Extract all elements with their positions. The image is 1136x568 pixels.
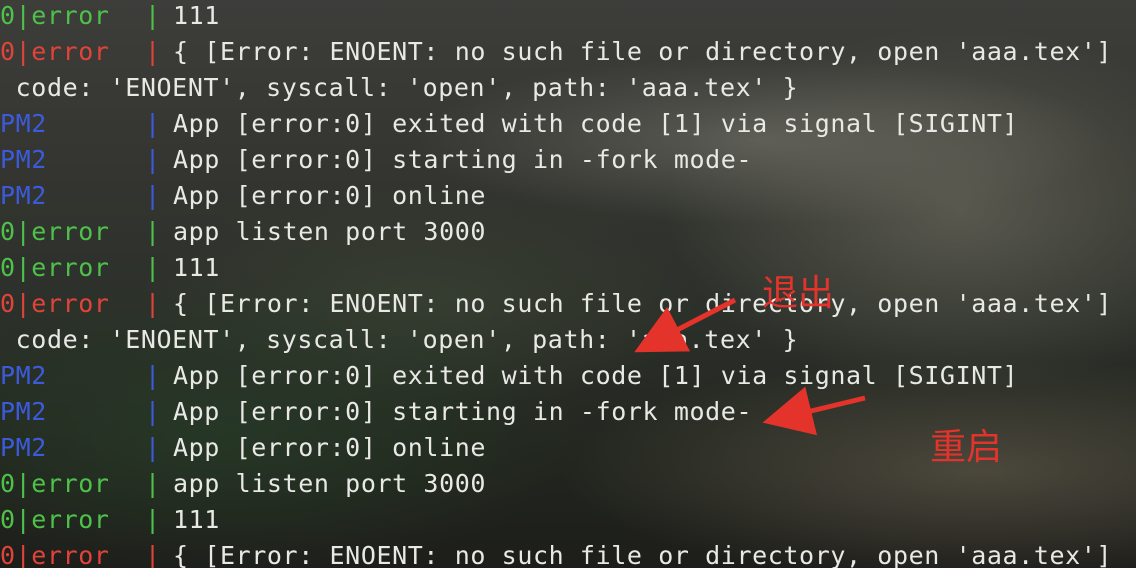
restart-annotation: 重启	[930, 427, 1003, 468]
exit-annotation: 退出	[762, 273, 835, 314]
exit-arrow-icon	[634, 297, 737, 353]
annotation-arrows	[634, 297, 866, 436]
restart-arrow-icon	[762, 386, 866, 436]
